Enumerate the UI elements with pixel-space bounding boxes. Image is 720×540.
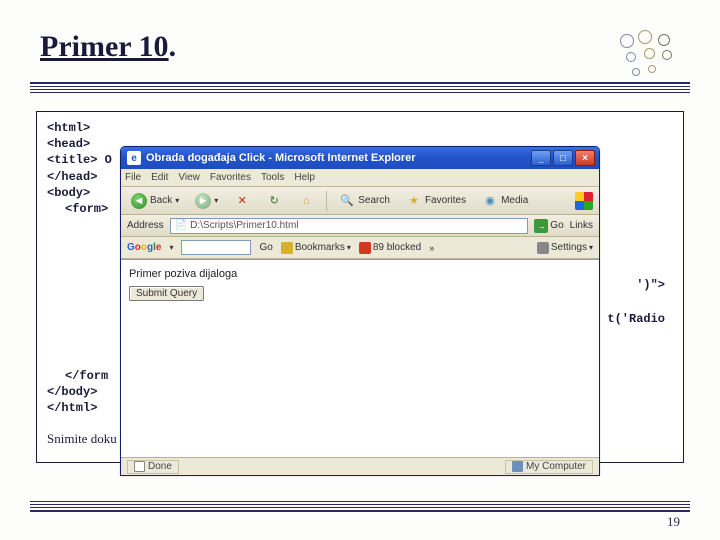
refresh-icon: ↻ xyxy=(266,193,282,209)
menu-tools[interactable]: Tools xyxy=(261,172,284,183)
code-line: <html> xyxy=(47,120,673,136)
gear-icon xyxy=(537,242,549,254)
note-left: Snimite doku xyxy=(47,431,117,446)
home-icon: ⌂ xyxy=(298,193,314,209)
page-number: 19 xyxy=(667,514,680,530)
menu-favorites[interactable]: Favorites xyxy=(210,172,251,183)
address-value: D:\Scripts\Primer10.html xyxy=(190,220,298,231)
google-settings[interactable]: Settings▾ xyxy=(537,242,593,254)
slide: Primer 10. <html> <head> <title> O </hea… xyxy=(0,0,720,540)
forward-icon: ► xyxy=(195,193,211,209)
chevron-icon[interactable]: » xyxy=(429,243,434,253)
google-logo[interactable]: Google xyxy=(127,242,161,253)
address-label: Address xyxy=(127,220,164,231)
favorites-button[interactable]: ★Favorites xyxy=(402,191,470,211)
links-label[interactable]: Links xyxy=(570,220,593,231)
title-rules xyxy=(30,82,690,93)
search-label: Search xyxy=(358,195,390,206)
media-button[interactable]: ◉Media xyxy=(478,191,532,211)
google-popup-blocker[interactable]: 89 blocked xyxy=(359,242,421,254)
footer-rules xyxy=(30,499,690,512)
title-dot: . xyxy=(169,30,177,63)
computer-icon xyxy=(512,461,523,472)
star-icon: ★ xyxy=(406,193,422,209)
close-button[interactable]: × xyxy=(575,150,595,166)
stop-button[interactable]: ✕ xyxy=(230,191,254,211)
go-icon: → xyxy=(534,219,548,233)
go-label: Go xyxy=(550,220,563,231)
search-icon: 🔍 xyxy=(339,193,355,209)
minimize-button[interactable]: _ xyxy=(531,150,551,166)
google-go-button[interactable]: Go xyxy=(259,242,272,253)
toolbar: ◄Back▾ ►▾ ✕ ↻ ⌂ 🔍Search ★Favorites ◉Medi… xyxy=(121,187,599,215)
ie-icon: e xyxy=(127,151,141,165)
go-button[interactable]: →Go xyxy=(534,219,563,233)
maximize-button[interactable]: □ xyxy=(553,150,573,166)
window-title: Obrada događaja Click - Microsoft Intern… xyxy=(146,152,531,164)
address-input[interactable]: 📄D:\Scripts\Primer10.html xyxy=(170,218,529,234)
menu-view[interactable]: View xyxy=(178,172,200,183)
status-bar: Done My Computer xyxy=(121,457,599,475)
media-label: Media xyxy=(501,195,528,206)
browser-window: e Obrada događaja Click - Microsoft Inte… xyxy=(120,146,600,476)
status-zone: My Computer xyxy=(505,460,593,474)
menu-help[interactable]: Help xyxy=(294,172,315,183)
google-toolbar: Google ▾ Go Bookmarks▾ 89 blocked » Sett… xyxy=(121,237,599,259)
slide-title: Primer 10. xyxy=(30,30,176,64)
address-bar: Address 📄D:\Scripts\Primer10.html →Go Li… xyxy=(121,215,599,237)
page-icon xyxy=(134,461,145,472)
back-label: Back xyxy=(150,195,172,206)
search-button[interactable]: 🔍Search xyxy=(335,191,394,211)
page-content: Primer poziva dijaloga Submit Query xyxy=(121,259,599,457)
menu-bar: File Edit View Favorites Tools Help xyxy=(121,169,599,187)
separator xyxy=(326,191,327,211)
block-icon xyxy=(359,242,371,254)
google-bookmarks[interactable]: Bookmarks▾ xyxy=(281,242,351,254)
decorative-dots xyxy=(614,30,684,80)
back-icon: ◄ xyxy=(131,193,147,209)
windows-flag-icon xyxy=(575,192,593,210)
stop-icon: ✕ xyxy=(234,193,250,209)
refresh-button[interactable]: ↻ xyxy=(262,191,286,211)
title-text: Primer 10 xyxy=(40,30,169,63)
status-done: Done xyxy=(127,460,179,474)
bookmark-icon xyxy=(281,242,293,254)
window-buttons: _ □ × xyxy=(531,150,595,166)
back-button[interactable]: ◄Back▾ xyxy=(127,191,183,211)
submit-button[interactable]: Submit Query xyxy=(129,286,204,301)
media-icon: ◉ xyxy=(482,193,498,209)
menu-edit[interactable]: Edit xyxy=(151,172,168,183)
google-search-input[interactable] xyxy=(181,240,251,255)
favorites-label: Favorites xyxy=(425,195,466,206)
window-titlebar[interactable]: e Obrada događaja Click - Microsoft Inte… xyxy=(121,147,599,169)
title-row: Primer 10. xyxy=(30,30,690,80)
forward-button[interactable]: ►▾ xyxy=(191,191,222,211)
home-button[interactable]: ⌂ xyxy=(294,191,318,211)
menu-file[interactable]: File xyxy=(125,172,141,183)
page-heading: Primer poziva dijaloga xyxy=(129,268,591,280)
